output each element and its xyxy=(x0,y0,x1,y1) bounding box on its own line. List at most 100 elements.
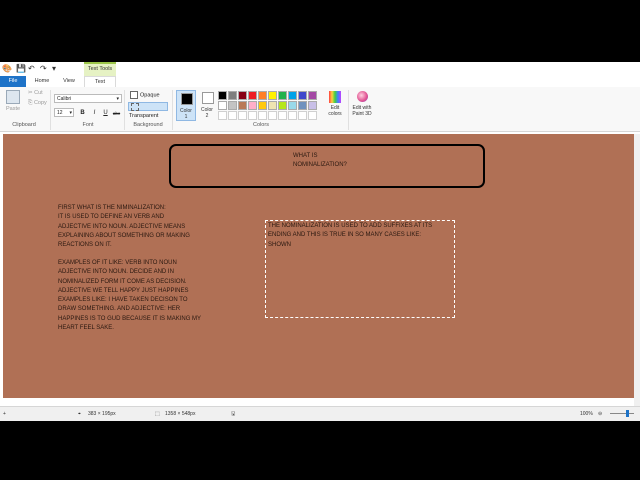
palette-swatch[interactable] xyxy=(278,101,287,110)
font-group-label: Font xyxy=(82,122,94,128)
examples-text: EXAMPLES OF IT LIKE: VERB INTO NOUN ADJE… xyxy=(58,260,202,332)
palette-swatch[interactable] xyxy=(238,91,247,100)
tab-home[interactable]: Home xyxy=(30,76,54,87)
copy-button[interactable]: ⎘ Copy xyxy=(28,99,47,107)
custom-color-slot[interactable] xyxy=(268,111,277,120)
ribbon-divider xyxy=(50,90,51,130)
underline-button[interactable]: U xyxy=(101,109,110,118)
palette-swatch[interactable] xyxy=(258,101,267,110)
palette-swatch[interactable] xyxy=(298,101,307,110)
color2-label: Color 2 xyxy=(201,107,213,119)
palette-swatch[interactable] xyxy=(228,91,237,100)
custom-color-slot[interactable] xyxy=(218,111,227,120)
status-bar: + ⌖ 383 × 195px ⬚ 1358 × 548px 🖫 100% ⊖ xyxy=(0,406,640,421)
color-wheel-icon xyxy=(329,91,341,103)
tab-text[interactable]: Text xyxy=(84,76,116,87)
custom-color-slot[interactable] xyxy=(248,111,257,120)
text-box-content[interactable]: THE NOMINALIZATION IS USED TO ADD SUFFIX… xyxy=(268,222,454,250)
color1-button[interactable]: Color 1 xyxy=(176,90,196,121)
paste-button[interactable]: Paste xyxy=(6,105,20,113)
save-icon[interactable]: 💾 xyxy=(16,64,26,74)
transparent-icon xyxy=(131,103,139,111)
opaque-icon xyxy=(130,91,138,99)
custom-color-slot[interactable] xyxy=(238,111,247,120)
cursor-position-icon: ⌖ xyxy=(78,411,81,417)
edit-colors-label: Edit colors xyxy=(328,105,342,117)
edit-colors-button[interactable]: Edit colors xyxy=(324,90,346,121)
text-tools-context-tab: Text Tools xyxy=(84,62,116,76)
tab-view[interactable]: View xyxy=(58,76,80,87)
colors-group-label: Colors xyxy=(253,122,269,128)
palette-swatch[interactable] xyxy=(248,101,257,110)
paint-app-icon[interactable]: 🎨 xyxy=(2,64,12,74)
italic-button[interactable]: I xyxy=(90,109,99,118)
zoom-slider[interactable] xyxy=(610,413,634,414)
custom-color-slot[interactable] xyxy=(258,111,267,120)
palette-swatch[interactable] xyxy=(268,101,277,110)
title-bar: 🎨 💾 ↶ ↷ ▾ Text Tools xyxy=(0,62,640,76)
tab-file[interactable]: File xyxy=(0,76,26,87)
customize-toolbar-icon[interactable]: ▾ xyxy=(52,64,56,74)
palette-swatch[interactable] xyxy=(218,91,227,100)
ribbon-divider xyxy=(124,90,125,130)
ribbon-divider xyxy=(348,90,349,130)
zoom-out-icon[interactable]: ⊖ xyxy=(598,407,602,421)
drawing-canvas[interactable]: WHAT IS NOMINALIZATION? FIRST WHAT IS TH… xyxy=(3,134,634,398)
background-group-label: Background xyxy=(133,122,163,128)
bold-button[interactable]: B xyxy=(78,109,87,118)
color2-swatch xyxy=(202,92,214,104)
palette-swatch[interactable] xyxy=(268,91,277,100)
add-icon: + xyxy=(3,411,6,417)
opaque-label: Opaque xyxy=(140,92,160,99)
chevron-down-icon: ▾ xyxy=(116,96,119,102)
canvas-area[interactable]: WHAT IS NOMINALIZATION? FIRST WHAT IS TH… xyxy=(0,134,640,406)
ribbon: Paste ✂ Cut ⎘ Copy Clipboard Calibri ▾ 12… xyxy=(0,87,640,132)
palette-swatch[interactable] xyxy=(308,91,317,100)
custom-color-slot[interactable] xyxy=(288,111,297,120)
font-size-value: 12 xyxy=(57,110,63,116)
palette-swatch[interactable] xyxy=(218,101,227,110)
palette-swatch[interactable] xyxy=(288,91,297,100)
opaque-button[interactable]: Opaque xyxy=(128,91,168,100)
save-status-icon: 🖫 xyxy=(231,411,236,417)
cursor-position: 383 × 195px xyxy=(88,411,116,417)
cut-button[interactable]: ✂ Cut xyxy=(28,89,43,97)
ribbon-divider xyxy=(172,90,173,130)
copy-label: Copy xyxy=(33,100,47,106)
paint3d-label: Edit with Paint 3D xyxy=(352,105,372,117)
custom-color-slot[interactable] xyxy=(298,111,307,120)
paint-window: 🎨 💾 ↶ ↷ ▾ Text Tools File Home View Text… xyxy=(0,62,640,421)
palette-swatch[interactable] xyxy=(298,91,307,100)
color1-swatch xyxy=(181,93,193,105)
paste-icon[interactable] xyxy=(6,90,20,104)
undo-icon[interactable]: ↶ xyxy=(28,64,35,74)
vertical-scrollbar[interactable] xyxy=(634,134,640,406)
zoom-level: 100% xyxy=(580,411,593,417)
font-family-select[interactable]: Calibri ▾ xyxy=(54,94,122,103)
palette-swatch[interactable] xyxy=(248,91,257,100)
cut-label: Cut xyxy=(34,90,43,96)
heading-text: WHAT IS NOMINALIZATION? xyxy=(293,153,347,168)
transparent-label: Transparent xyxy=(129,113,159,120)
font-size-select[interactable]: 12 ▾ xyxy=(54,108,74,117)
image-size-icon: ⬚ xyxy=(155,411,160,417)
palette-swatch[interactable] xyxy=(308,101,317,110)
palette-swatch[interactable] xyxy=(278,91,287,100)
palette-swatch[interactable] xyxy=(288,101,297,110)
color2-button[interactable]: Color 2 xyxy=(198,90,216,121)
palette-swatch[interactable] xyxy=(228,101,237,110)
color1-label: Color 1 xyxy=(180,108,192,120)
transparent-button[interactable]: Transparent xyxy=(128,102,168,119)
custom-color-slot[interactable] xyxy=(228,111,237,120)
custom-color-slot[interactable] xyxy=(278,111,287,120)
active-text-box[interactable]: THE NOMINALIZATION IS USED TO ADD SUFFIX… xyxy=(265,220,455,318)
paint3d-icon xyxy=(356,91,368,102)
font-family-value: Calibri xyxy=(57,96,72,102)
palette-swatch[interactable] xyxy=(238,101,247,110)
palette-swatch[interactable] xyxy=(258,91,267,100)
edit-with-paint3d-button[interactable]: Edit with Paint 3D xyxy=(350,90,374,121)
strikethrough-button[interactable]: abc xyxy=(112,109,121,118)
custom-color-slot[interactable] xyxy=(308,111,317,120)
zoom-slider-thumb[interactable] xyxy=(626,410,629,417)
redo-icon[interactable]: ↷ xyxy=(40,64,47,74)
